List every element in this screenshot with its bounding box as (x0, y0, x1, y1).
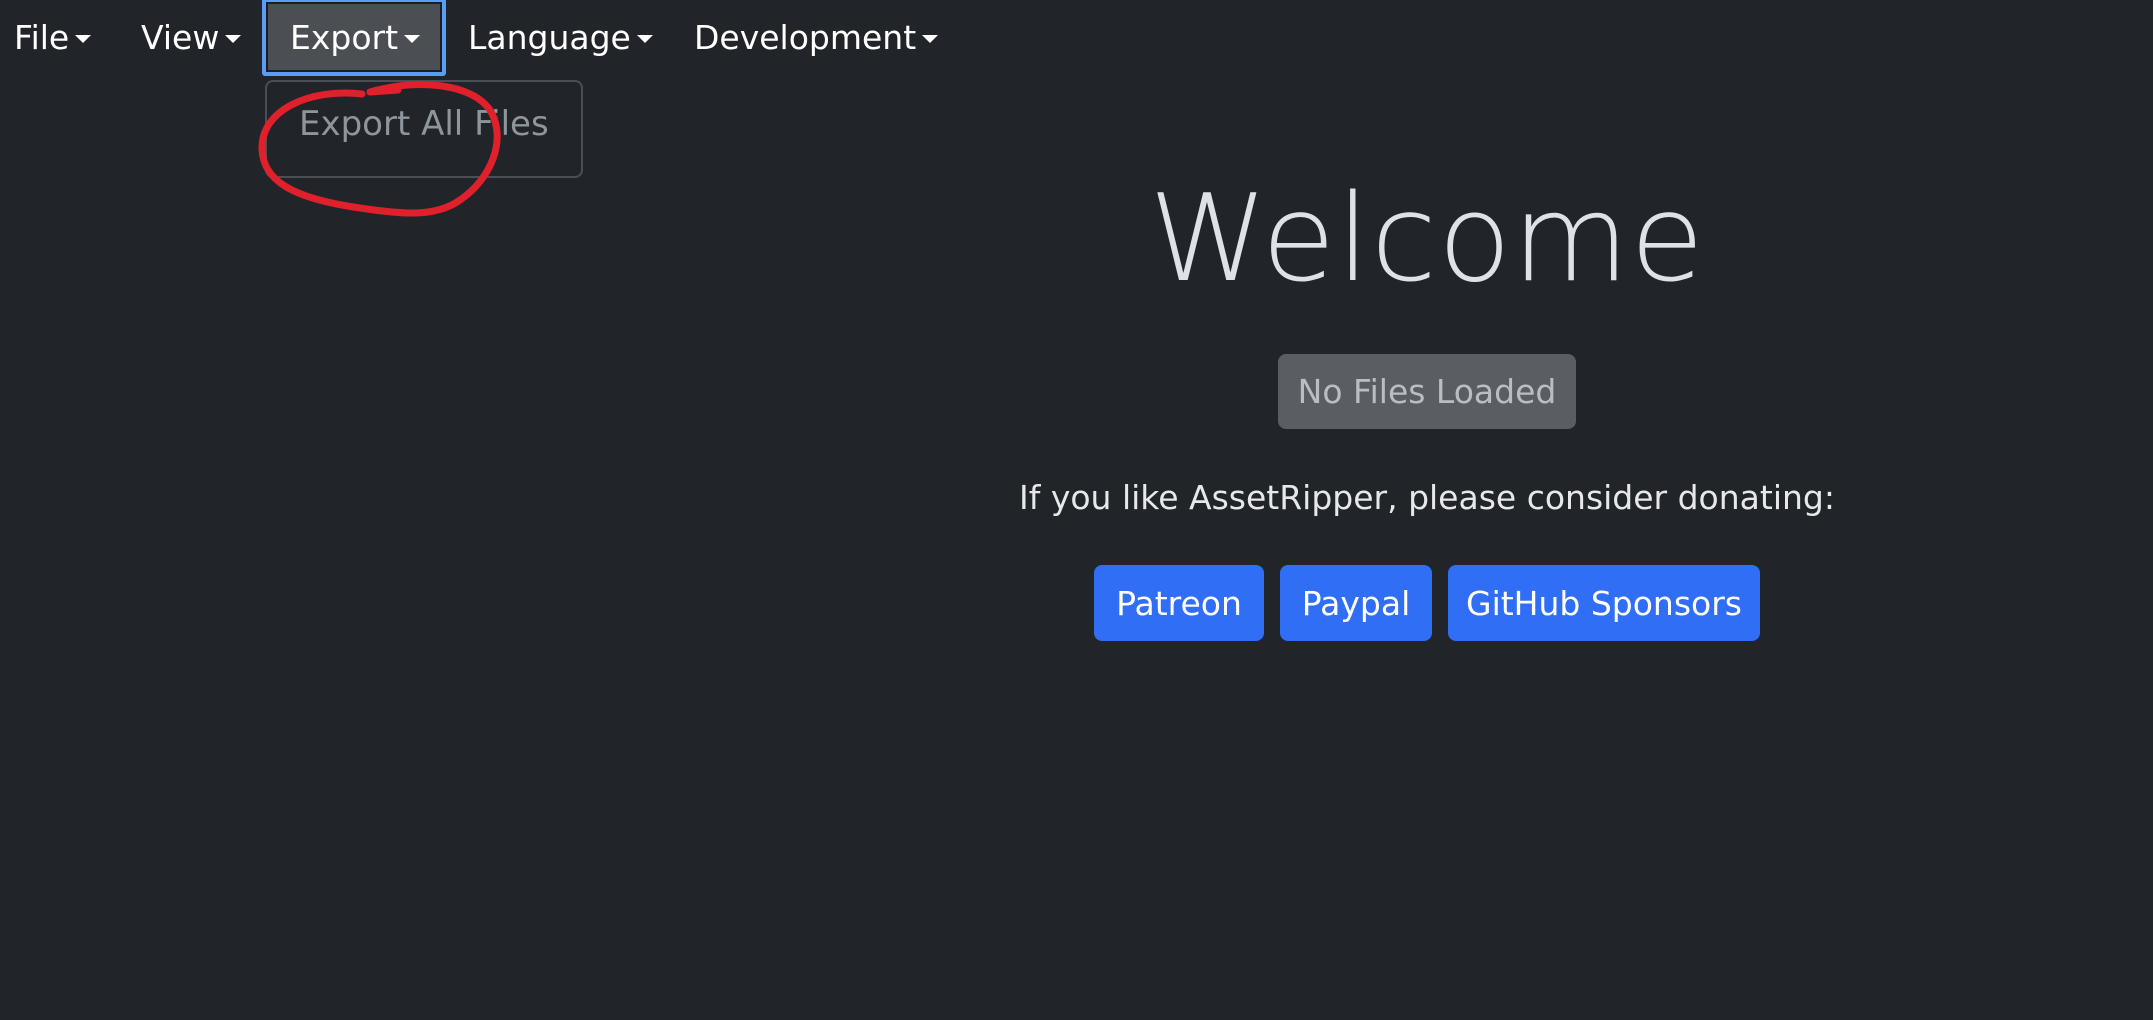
donate-message: If you like AssetRipper, please consider… (1019, 478, 1835, 517)
menu-language[interactable]: Language (468, 0, 653, 74)
export-all-files-item[interactable]: Export All Files (299, 104, 549, 144)
caret-down-icon (922, 35, 939, 43)
menu-bar: File View Export Language Development (0, 0, 2153, 76)
menu-file[interactable]: File (14, 0, 92, 74)
caret-down-icon (404, 35, 421, 43)
no-files-loaded-button: No Files Loaded (1278, 354, 1576, 429)
menu-view[interactable]: View (141, 0, 242, 74)
menu-file-label: File (14, 17, 70, 57)
menu-view-label: View (141, 17, 220, 57)
caret-down-icon (636, 35, 653, 43)
caret-down-icon (75, 35, 92, 43)
welcome-title: Welcome (1149, 170, 1705, 309)
menu-development-label: Development (694, 17, 917, 57)
menu-export-label: Export (290, 17, 399, 57)
caret-down-icon (225, 35, 242, 43)
patreon-button[interactable]: Patreon (1094, 565, 1264, 641)
github-sponsors-button[interactable]: GitHub Sponsors (1448, 565, 1760, 641)
menu-language-label: Language (468, 17, 631, 57)
menu-development[interactable]: Development (694, 0, 939, 74)
paypal-button[interactable]: Paypal (1280, 565, 1432, 641)
export-dropdown-menu: Export All Files (265, 80, 583, 178)
menu-export[interactable]: Export (262, 0, 446, 76)
